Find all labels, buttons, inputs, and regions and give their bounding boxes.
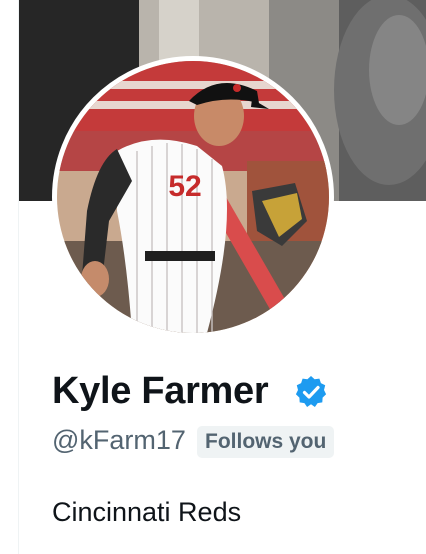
- display-name: Kyle Farmer: [52, 370, 269, 412]
- follows-you-badge: Follows you: [197, 426, 335, 458]
- verified-badge-icon[interactable]: [294, 375, 328, 409]
- jersey-number: 52: [168, 170, 201, 203]
- profile-handle: @kFarm17: [52, 425, 186, 455]
- profile-avatar[interactable]: 52: [52, 56, 334, 338]
- profile-bio: Cincinnati Reds: [52, 497, 242, 527]
